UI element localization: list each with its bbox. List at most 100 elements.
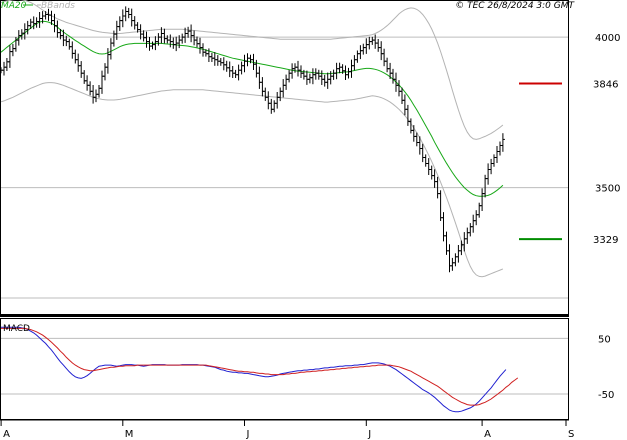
price-bar bbox=[129, 8, 134, 27]
price-bar bbox=[263, 87, 268, 101]
price-bar bbox=[2, 61, 6, 76]
price-bar bbox=[192, 30, 197, 46]
price-bar bbox=[91, 85, 96, 104]
stock-chart: 3846 3329 3500 4000 50 -50 A M J J A S MA20 BBand… bbox=[0, 0, 627, 440]
price-bar bbox=[242, 54, 247, 73]
price-bar bbox=[141, 30, 146, 42]
price-bar bbox=[486, 163, 491, 185]
price-bar bbox=[79, 61, 84, 78]
price-bar bbox=[382, 48, 387, 67]
price-bar bbox=[355, 50, 360, 63]
price-bar bbox=[73, 49, 78, 64]
price-bar bbox=[85, 75, 90, 91]
macd-gridlines bbox=[1, 337, 568, 395]
price-tick-label: 3500 bbox=[595, 184, 620, 195]
price-bar bbox=[405, 104, 410, 126]
price-bar bbox=[391, 68, 395, 84]
ma20-layer bbox=[0, 20, 504, 197]
x-tick-label: J bbox=[246, 429, 250, 440]
price-bar bbox=[67, 38, 72, 50]
price-bar bbox=[61, 29, 66, 47]
price-bar bbox=[388, 62, 393, 79]
price-bar bbox=[500, 133, 505, 152]
price-bar bbox=[450, 257, 455, 271]
price-bar bbox=[230, 66, 235, 78]
price-bar bbox=[275, 92, 280, 109]
price-bar bbox=[16, 30, 21, 46]
price-bar bbox=[126, 7, 131, 19]
price-bar bbox=[498, 141, 502, 156]
price-bar bbox=[132, 16, 137, 30]
x-tick-label: A bbox=[3, 429, 10, 440]
price-bar bbox=[438, 190, 443, 221]
price-bar bbox=[123, 6, 128, 22]
price-bar bbox=[227, 61, 232, 78]
price-bar bbox=[453, 253, 458, 267]
price-bar bbox=[224, 60, 229, 72]
price-bar bbox=[135, 22, 140, 33]
price-bar bbox=[221, 57, 226, 71]
price-bar bbox=[307, 73, 312, 84]
price-bar bbox=[218, 58, 223, 66]
price-bars bbox=[0, 6, 505, 273]
price-bar bbox=[495, 146, 499, 163]
price-bar bbox=[88, 81, 93, 96]
price-bar bbox=[76, 53, 81, 72]
price-bar bbox=[385, 57, 390, 73]
price-bar bbox=[310, 68, 315, 85]
price-bar bbox=[284, 74, 289, 90]
price-bar bbox=[304, 70, 309, 85]
x-tick-label: J bbox=[367, 429, 371, 440]
x-tick-labels: AMJJAS bbox=[0, 420, 574, 440]
price-bar bbox=[186, 26, 191, 38]
macd-line bbox=[1, 326, 507, 413]
macd-tick-label: 50 bbox=[598, 334, 611, 345]
price-bar bbox=[322, 74, 327, 87]
price-bar bbox=[429, 165, 434, 180]
price-bar bbox=[144, 31, 149, 48]
price-bar bbox=[325, 72, 330, 89]
price-bar bbox=[97, 85, 101, 98]
price-bar bbox=[82, 70, 87, 84]
price-bar bbox=[358, 45, 363, 60]
price-bar bbox=[441, 212, 446, 242]
price-bar bbox=[257, 66, 262, 89]
price-bar bbox=[352, 55, 357, 71]
price-bar bbox=[346, 67, 351, 79]
price-bar bbox=[343, 65, 348, 80]
price-bar bbox=[10, 43, 15, 57]
price-bar bbox=[367, 36, 372, 50]
x-tick-label: A bbox=[484, 429, 491, 440]
price-bar bbox=[468, 223, 473, 237]
price-bar bbox=[37, 12, 42, 28]
price-bar bbox=[7, 45, 12, 68]
x-tick-label: M bbox=[125, 429, 134, 440]
price-bar bbox=[70, 41, 75, 59]
price-bar bbox=[233, 69, 238, 78]
price-bar bbox=[361, 43, 366, 55]
price-bar bbox=[462, 232, 467, 252]
price-bar bbox=[334, 62, 339, 80]
level-label: 3329 bbox=[593, 235, 618, 246]
copyright-text: © TEC 26/8/2024 3:0 GMT bbox=[455, 1, 575, 11]
price-bar bbox=[379, 41, 384, 61]
price-bar bbox=[397, 80, 401, 97]
price-bar bbox=[215, 55, 220, 66]
macd-tick-label: -50 bbox=[598, 390, 614, 401]
price-bar bbox=[43, 11, 48, 20]
price-bar bbox=[471, 214, 476, 233]
price-bar bbox=[281, 79, 286, 98]
macd-panel-frame bbox=[0, 318, 569, 420]
price-bar bbox=[319, 70, 324, 85]
ma20-line bbox=[0, 20, 504, 197]
price-bar bbox=[236, 64, 241, 81]
price-bar bbox=[423, 154, 428, 167]
price-bar bbox=[260, 77, 265, 97]
x-tick-label: S bbox=[568, 429, 574, 440]
price-bar bbox=[444, 231, 449, 255]
price-bar bbox=[456, 245, 461, 263]
price-bar bbox=[269, 98, 274, 114]
macd-lines bbox=[1, 326, 519, 413]
price-bar bbox=[474, 210, 479, 226]
ma20-legend-label: MA20 bbox=[1, 1, 27, 11]
